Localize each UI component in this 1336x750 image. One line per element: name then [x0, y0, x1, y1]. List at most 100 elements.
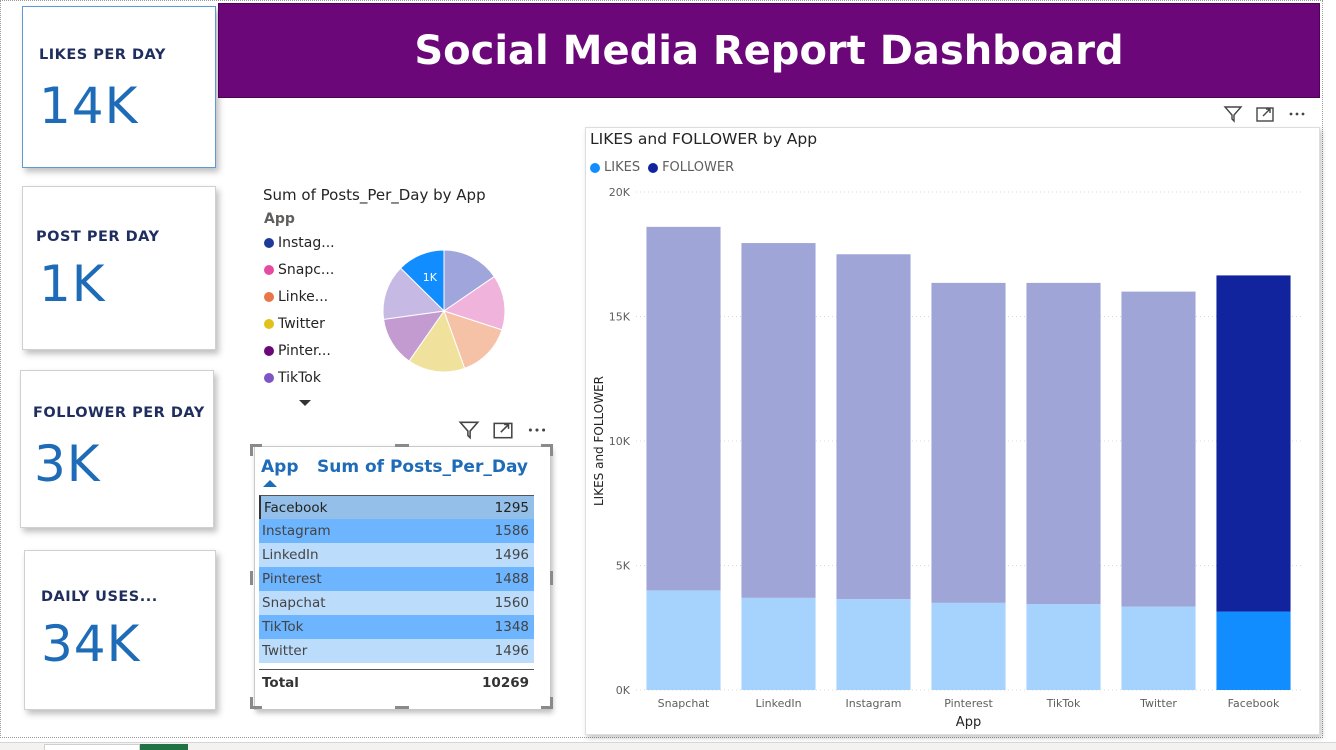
page-title: Social Media Report Dashboard	[414, 28, 1124, 74]
column-header-posts[interactable]: Sum of Posts_Per_Day	[317, 457, 528, 477]
x-tick-label: Facebook	[1228, 697, 1280, 710]
kpi-card-followers[interactable]: FOLLOWER PER DAY 3K	[20, 370, 214, 528]
legend-scroll-down-icon[interactable]	[299, 400, 311, 406]
pie-chart-title: Sum of Posts_Per_Day by App	[263, 186, 486, 204]
legend-label: Twitter	[278, 316, 325, 332]
table-cell-app: Twitter	[262, 643, 308, 659]
table-cell-app: Instagram	[262, 523, 331, 539]
legend-dot-icon	[264, 292, 274, 302]
resize-handle[interactable]	[395, 706, 409, 709]
pie-legend-item[interactable]: TikTok	[264, 370, 321, 386]
legend-label: Linke...	[278, 289, 329, 305]
resize-handle[interactable]	[395, 444, 409, 447]
kpi-card-likes[interactable]: LIKES PER DAY 14K	[22, 6, 216, 168]
kpi-value: 14K	[39, 77, 139, 135]
bar-follower-linkedin[interactable]	[741, 243, 816, 598]
focus-mode-icon[interactable]	[1255, 105, 1275, 123]
x-tick-label: LinkedIn	[755, 697, 801, 710]
bar-likes-linkedin[interactable]	[741, 597, 816, 690]
resize-handle[interactable]	[550, 571, 553, 585]
table-cell-value: 1496	[494, 547, 529, 563]
pie-legend-item[interactable]: Pinter...	[264, 343, 331, 359]
pie-legend-item[interactable]: Snapc...	[264, 262, 334, 278]
page-tab[interactable]	[44, 744, 140, 750]
table-cell-app: Facebook	[264, 500, 328, 516]
table-cell-value: 1560	[494, 595, 529, 611]
pie-legend-item[interactable]: Linke...	[264, 289, 328, 305]
resize-handle[interactable]	[250, 697, 253, 709]
bar-likes-facebook[interactable]	[1216, 611, 1291, 690]
resize-handle[interactable]	[250, 571, 253, 585]
bar-likes-pinterest[interactable]	[931, 602, 1006, 690]
legend-dot-icon	[264, 319, 274, 329]
more-options-icon[interactable]	[1287, 105, 1307, 123]
bar-follower-facebook[interactable]	[1216, 275, 1291, 612]
kpi-card-daily-uses[interactable]: DAILY USES... 34K	[24, 550, 216, 710]
bar-follower-snapchat[interactable]	[646, 226, 721, 591]
bar-visual-header	[1223, 105, 1307, 123]
table-row[interactable]: Pinterest 1488	[259, 567, 534, 591]
legend-dot-icon	[264, 265, 274, 275]
kpi-card-posts[interactable]: POST PER DAY 1K	[22, 186, 216, 350]
x-axis-title: App	[956, 715, 981, 730]
page-tab-active[interactable]	[140, 744, 188, 750]
x-tick-label: Snapchat	[658, 697, 710, 710]
resize-handle[interactable]	[550, 697, 553, 709]
bar-likes-twitter[interactable]	[1121, 606, 1196, 690]
sort-ascending-icon[interactable]	[263, 480, 277, 487]
table-cell-app: LinkedIn	[262, 547, 319, 563]
column-header-app[interactable]: App	[261, 457, 299, 477]
table-row[interactable]: Twitter 1496	[259, 639, 534, 663]
legend-label: Instag...	[278, 235, 335, 251]
table-cell-value: 1496	[494, 643, 529, 659]
resize-handle[interactable]	[550, 444, 553, 456]
likes-follower-chart[interactable]: LIKES and FOLLOWER by App LIKES FOLLOWER…	[585, 127, 1320, 735]
pie-legend-title: App	[264, 211, 295, 227]
bar-likes-tiktok[interactable]	[1026, 604, 1101, 690]
bar-follower-instagram[interactable]	[836, 254, 911, 600]
table-cell-app: Snapchat	[262, 595, 326, 611]
table-cell-value: 1586	[494, 523, 529, 539]
table-total-value: 10269	[482, 675, 529, 691]
table-visual-header	[458, 420, 548, 440]
kpi-label: DAILY USES...	[41, 589, 158, 605]
x-tick-label: Instagram	[846, 697, 902, 710]
bar-likes-instagram[interactable]	[836, 599, 911, 690]
pie-chart[interactable]: 1K	[374, 241, 514, 381]
pie-legend-item[interactable]: Instag...	[264, 235, 335, 251]
table-total-row: Total 10269	[259, 669, 534, 693]
table-cell-app: Pinterest	[262, 571, 322, 587]
kpi-value: 34K	[41, 615, 141, 673]
table-total-label: Total	[262, 675, 299, 691]
posts-table[interactable]: App Sum of Posts_Per_Day Facebook 1295 I…	[254, 446, 551, 710]
y-tick-label: 10K	[609, 435, 631, 448]
table-cell-value: 1488	[494, 571, 529, 587]
bar-likes-snapchat[interactable]	[646, 590, 721, 690]
kpi-label: POST PER DAY	[36, 229, 160, 245]
page-tab-bar	[0, 742, 1336, 750]
x-tick-label: Pinterest	[944, 697, 993, 710]
y-axis-title: LIKES and FOLLOWER	[592, 376, 606, 506]
y-tick-label: 5K	[616, 560, 631, 573]
legend-label: Snapc...	[278, 262, 335, 278]
kpi-value: 3K	[34, 435, 101, 493]
more-options-icon[interactable]	[526, 420, 548, 440]
table-row[interactable]: Instagram 1586	[259, 519, 534, 543]
table-row[interactable]: Facebook 1295	[259, 495, 534, 519]
bar-chart-plot[interactable]: 0K 5K 10K 15K 20K LIKES and FOLLOWER App Snapch…	[586, 128, 1321, 736]
bar-follower-tiktok[interactable]	[1026, 282, 1101, 605]
table-row[interactable]: Snapchat 1560	[259, 591, 534, 615]
x-tick-label: TikTok	[1046, 697, 1081, 710]
filter-icon[interactable]	[1223, 105, 1243, 123]
bar-follower-pinterest[interactable]	[931, 282, 1006, 603]
filter-icon[interactable]	[458, 420, 480, 440]
legend-label: TikTok	[278, 370, 321, 386]
legend-dot-icon	[264, 346, 274, 356]
bar-follower-twitter[interactable]	[1121, 291, 1196, 607]
pie-legend-item[interactable]: Twitter	[264, 316, 325, 332]
table-row[interactable]: LinkedIn 1496	[259, 543, 534, 567]
kpi-label: FOLLOWER PER DAY	[33, 405, 205, 421]
focus-mode-icon[interactable]	[492, 420, 514, 440]
resize-handle[interactable]	[250, 444, 253, 456]
table-row[interactable]: TikTok 1348	[259, 615, 534, 639]
